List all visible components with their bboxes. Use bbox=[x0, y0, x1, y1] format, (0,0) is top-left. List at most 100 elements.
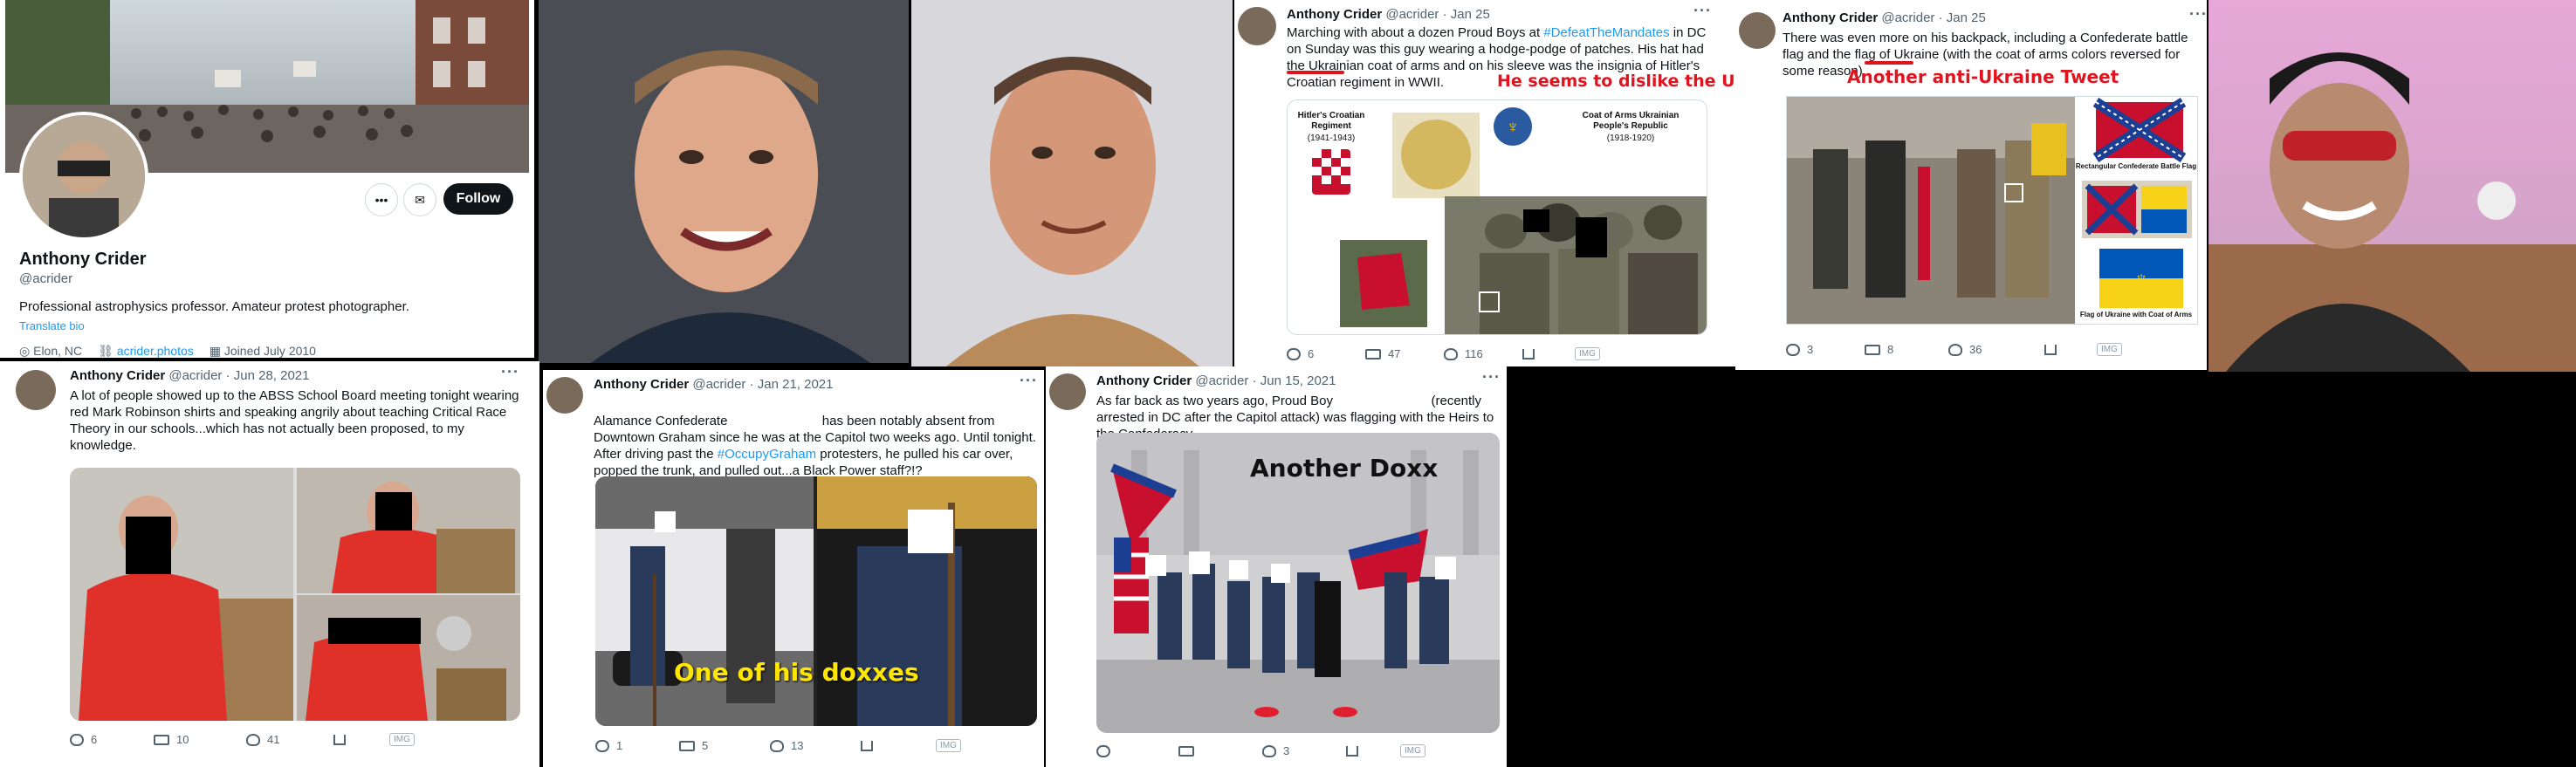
like-button[interactable]: 36 bbox=[1948, 343, 2044, 356]
share-button[interactable] bbox=[2044, 344, 2097, 355]
heart-icon bbox=[246, 733, 260, 746]
share-button[interactable] bbox=[333, 734, 389, 745]
share-icon bbox=[1346, 745, 1358, 757]
heart-icon bbox=[1948, 343, 1962, 356]
share-icon bbox=[333, 734, 346, 745]
reply-button[interactable]: 6 bbox=[1287, 347, 1365, 360]
location-item: ◎ Elon, NC bbox=[19, 344, 83, 358]
redaction bbox=[126, 517, 171, 574]
tweet-image[interactable]: One of his doxxes bbox=[595, 476, 1037, 726]
hashtag-link[interactable]: #DefeatTheMandates bbox=[1543, 25, 1669, 40]
reply-icon bbox=[595, 739, 609, 752]
share-button[interactable] bbox=[861, 740, 936, 751]
tweet-header: Anthony Crider @acrider · Jan 25 bbox=[1287, 7, 1490, 22]
redaction bbox=[1145, 555, 1166, 576]
image-label-right-title: Coat of Arms Ukrainian People's Republic bbox=[1582, 111, 1680, 131]
tweet-more-button[interactable]: ··· bbox=[2189, 5, 2208, 24]
like-button[interactable]: 13 bbox=[770, 739, 861, 752]
website-item[interactable]: ⛓ acrider.photos bbox=[98, 344, 194, 359]
heart-icon bbox=[770, 739, 784, 752]
reply-icon bbox=[70, 733, 84, 746]
tweet-actions: 3 IMG bbox=[1096, 744, 1480, 757]
img-badge: IMG bbox=[936, 739, 961, 752]
more-options-button[interactable]: ••• bbox=[365, 183, 398, 216]
tweet-actions: 3 8 36 IMG bbox=[1786, 343, 2188, 356]
joined-item: ▦ Joined July 2010 bbox=[209, 344, 316, 358]
profile-meta: ◎ Elon, NC ⛓ acrider.photos ▦ Joined Jul… bbox=[19, 344, 316, 359]
tweet-actions: 6 10 41 IMG bbox=[70, 733, 471, 746]
tweet-more-button[interactable]: ··· bbox=[1482, 368, 1501, 387]
tweet-more-button[interactable]: ··· bbox=[1693, 2, 1712, 20]
tweet-image[interactable]: ♆ Hitler's Croatian Regiment (1941-1943)… bbox=[1287, 99, 1707, 335]
tweet-actions: 1 5 13 IMG bbox=[595, 739, 997, 752]
img-badge: IMG bbox=[389, 733, 415, 746]
retweet-icon bbox=[154, 734, 169, 745]
tweet-avatar[interactable] bbox=[16, 370, 56, 410]
redaction bbox=[1229, 560, 1248, 579]
follow-button[interactable]: Follow bbox=[443, 183, 513, 215]
annotation-underline bbox=[1865, 61, 1913, 65]
reply-button[interactable]: 1 bbox=[595, 739, 679, 752]
mail-icon: ✉ bbox=[415, 192, 425, 207]
share-icon bbox=[1522, 348, 1535, 360]
share-button[interactable] bbox=[1346, 745, 1400, 757]
reply-button[interactable]: 3 bbox=[1786, 343, 1865, 356]
retweet-icon bbox=[1365, 348, 1381, 360]
share-button[interactable] bbox=[1522, 348, 1575, 360]
profile-name: Anthony Crider bbox=[19, 250, 147, 269]
tweet-avatar[interactable] bbox=[1049, 373, 1086, 410]
retweet-icon bbox=[1865, 344, 1880, 355]
annotation-text: Another Doxx bbox=[1250, 454, 1439, 483]
image-label-left-sub: (1941-1943) bbox=[1307, 134, 1356, 143]
profile-bio: Professional astrophysics professor. Ama… bbox=[19, 299, 409, 314]
share-icon bbox=[861, 740, 873, 751]
like-button[interactable]: 41 bbox=[246, 733, 333, 746]
img-badge: IMG bbox=[1400, 744, 1425, 757]
redaction bbox=[1576, 217, 1607, 257]
translate-bio-link[interactable]: Translate bio bbox=[19, 319, 85, 332]
reply-button[interactable]: 6 bbox=[70, 733, 154, 746]
heart-icon bbox=[1262, 744, 1276, 757]
retweet-button[interactable]: 47 bbox=[1365, 347, 1444, 360]
photo-headshot-1 bbox=[539, 0, 909, 363]
redaction bbox=[375, 492, 412, 531]
tweet-more-button[interactable]: ··· bbox=[501, 363, 519, 381]
message-button[interactable]: ✉ bbox=[403, 183, 436, 216]
share-icon bbox=[2044, 344, 2057, 355]
profile-handle: @acrider bbox=[19, 271, 73, 286]
like-button[interactable]: 3 bbox=[1262, 744, 1346, 757]
retweet-button[interactable]: 8 bbox=[1865, 343, 1948, 356]
retweet-icon bbox=[679, 740, 695, 751]
image-label-right-sub: (1918-1920) bbox=[1606, 134, 1655, 143]
reply-button[interactable] bbox=[1096, 744, 1178, 757]
tweet-avatar[interactable] bbox=[1739, 12, 1776, 49]
tweet-header: Anthony Crider @acrider · Jan 21, 2021 bbox=[594, 377, 834, 392]
reply-icon bbox=[1096, 744, 1110, 757]
redaction bbox=[1271, 564, 1290, 583]
tweet-text: A lot of people showed up to the ABSS Sc… bbox=[70, 388, 519, 453]
tweet-image[interactable] bbox=[70, 468, 520, 721]
annotation-underline bbox=[1287, 71, 1344, 74]
tweet-avatar[interactable] bbox=[546, 377, 583, 414]
tweet-image[interactable]: ♆ Rectangular Confederate Battle Flag Fl… bbox=[1786, 96, 2198, 325]
tweet-image[interactable]: Another Doxx bbox=[1096, 433, 1500, 733]
tweet-actions: 6 47 116 IMG bbox=[1287, 347, 1688, 360]
redaction bbox=[1189, 551, 1210, 574]
redaction bbox=[1435, 557, 1456, 579]
image-label-flag1: Rectangular Confederate Battle Flag bbox=[2075, 162, 2197, 170]
photo-outdoor-portrait bbox=[2208, 0, 2576, 372]
link-icon: ⛓ bbox=[98, 344, 117, 358]
retweet-button[interactable] bbox=[1178, 745, 1262, 757]
tweet-header: Anthony Crider @acrider · Jun 15, 2021 bbox=[1096, 373, 1336, 388]
svg-text:♆: ♆ bbox=[2134, 268, 2149, 290]
hashtag-link[interactable]: #OccupyGraham bbox=[718, 447, 816, 462]
calendar-icon: ▦ bbox=[209, 344, 224, 358]
heart-icon bbox=[1444, 347, 1458, 360]
retweet-button[interactable]: 5 bbox=[679, 739, 770, 752]
profile-avatar[interactable] bbox=[19, 112, 148, 241]
annotation-text: One of his doxxes bbox=[674, 658, 919, 687]
tweet-more-button[interactable]: ··· bbox=[1020, 372, 1038, 390]
like-button[interactable]: 116 bbox=[1444, 347, 1522, 360]
retweet-button[interactable]: 10 bbox=[154, 733, 246, 746]
tweet-avatar[interactable] bbox=[1238, 7, 1276, 45]
